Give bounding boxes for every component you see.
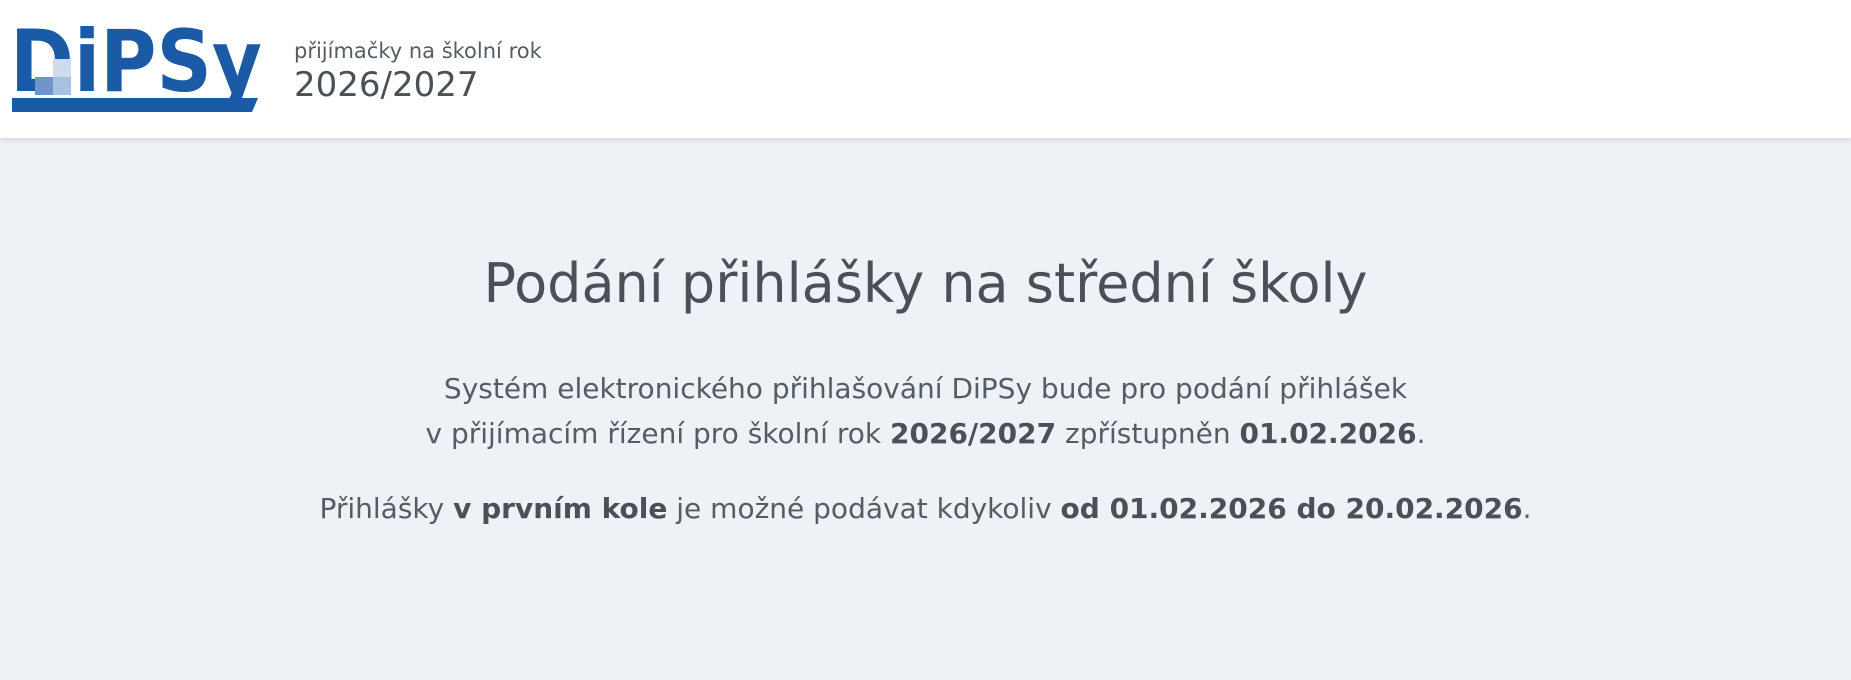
page-title: Podání přihlášky na střední školy (483, 252, 1368, 315)
logo-graphic: DiPSy (12, 20, 262, 112)
first-round-highlight: v prvním kole (453, 492, 668, 525)
main-content: Podání přihlášky na střední školy Systém… (0, 138, 1851, 680)
info-text: Přihlášky (319, 492, 454, 525)
info-line-open-date: v přijímacím řízení pro školní rok 2026/… (0, 411, 1851, 456)
info-text: . (1416, 417, 1426, 450)
date-range-highlight: od 01.02.2026 do 20.02.2026 (1060, 492, 1523, 525)
school-year-value: 2026/2027 (294, 65, 479, 105)
info-text: je možné podávat kdykoliv (667, 492, 1061, 525)
top-header: DiPSy přijímačky na školní rok 2026/2027 (0, 0, 1851, 138)
school-year-caption: přijímačky na školní rok (294, 39, 542, 63)
info-line-first-round: Přihlášky v prvním kole je možné podávat… (0, 486, 1851, 531)
school-year-block: přijímačky na školní rok 2026/2027 (294, 38, 542, 106)
open-date-highlight: 01.02.2026 (1239, 417, 1417, 450)
info-text: v přijímacím řízení pro školní rok (425, 417, 890, 450)
dipsy-logo[interactable]: DiPSy (12, 20, 267, 112)
info-text: . (1522, 492, 1532, 525)
info-text: Systém elektronického přihlašování DiPSy… (443, 372, 1408, 405)
info-line-availability: Systém elektronického přihlašování DiPSy… (0, 366, 1851, 411)
info-text: zpřístupněn (1056, 417, 1240, 450)
school-year-highlight: 2026/2027 (890, 417, 1057, 450)
